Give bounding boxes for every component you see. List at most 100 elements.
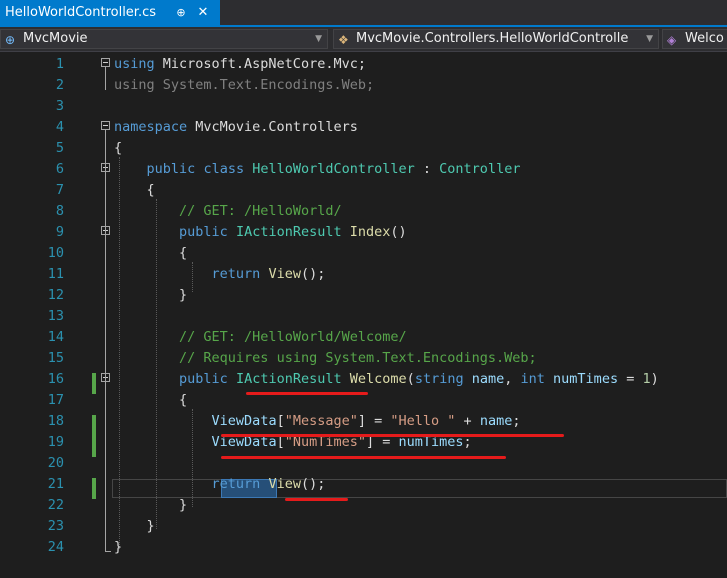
code-line: 18 ViewData["Message"] = "Hello " + name… — [0, 411, 727, 432]
code-line: 11 return View(); — [0, 264, 727, 285]
code-token: public — [146, 161, 196, 177]
code-line: 7 { — [0, 180, 727, 201]
code-text: public IActionResult Index() — [114, 222, 407, 243]
code-token: // GET: /HelloWorld/Welcome/ — [179, 329, 407, 345]
code-line: 22 } — [0, 495, 727, 516]
document-tab-bar: HelloWorldController.cs ⊕ ✕ — [0, 0, 727, 27]
type-name: MvcMovie.Controllers.HelloWorldControlle — [356, 31, 629, 46]
code-line: 6 public class HelloWorldController : Co… — [0, 159, 727, 180]
chevron-down-icon: ▼ — [646, 34, 653, 44]
line-number: 6 — [55, 161, 64, 177]
code-token: } — [114, 518, 155, 534]
code-token: { — [114, 182, 155, 198]
code-text: { — [114, 243, 187, 264]
code-token: HelloWorldController — [252, 161, 415, 177]
code-token: ViewData — [211, 413, 277, 429]
line-number: 18 — [47, 413, 64, 429]
code-line: 8 // GET: /HelloWorld/ — [0, 201, 727, 222]
code-token: = — [618, 371, 643, 387]
member-dropdown[interactable]: ◈ Welco — [662, 29, 727, 49]
code-line: 4 namespace MvcMovie.Controllers — [0, 117, 727, 138]
line-number: 5 — [55, 140, 64, 156]
line-number: 13 — [47, 308, 64, 324]
code-token: "Message" — [284, 413, 358, 429]
code-line: 16 public IActionResult Welcome(string n… — [0, 369, 727, 390]
method-icon: ◈ — [667, 33, 677, 47]
line-number: 23 — [47, 518, 64, 534]
code-token: Index — [349, 224, 391, 240]
code-token: Welcome — [349, 371, 407, 387]
line-number: 4 — [55, 119, 64, 135]
code-token: "Hello " — [390, 413, 456, 429]
code-text: { — [114, 138, 122, 159]
code-token: ) — [650, 371, 659, 387]
code-token: 1 — [642, 371, 651, 387]
code-text: namespace MvcMovie.Controllers — [114, 117, 358, 138]
code-line: 23 } — [0, 516, 727, 537]
line-number: 10 — [47, 245, 64, 261]
code-line: 5{ — [0, 138, 727, 159]
close-icon[interactable]: ✕ — [196, 0, 210, 25]
code-text: } — [114, 537, 122, 558]
code-text: } — [114, 495, 187, 516]
code-token: int — [520, 371, 545, 387]
class-icon: ❖ — [338, 33, 349, 47]
code-token: name — [471, 371, 505, 387]
code-token: + — [455, 413, 480, 429]
code-token: } — [114, 497, 188, 513]
code-line: 9 public IActionResult Index() — [0, 222, 727, 243]
code-line: 1 using Microsoft.AspNetCore.Mvc; — [0, 54, 727, 75]
code-token: (); — [300, 266, 326, 282]
code-editor[interactable]: 1 using Microsoft.AspNetCore.Mvc; 2 using S… — [0, 52, 727, 578]
type-dropdown[interactable]: ❖ MvcMovie.Controllers.HelloWorldControl… — [333, 29, 659, 49]
code-token: // GET: /HelloWorld/ — [179, 203, 342, 219]
project-dropdown[interactable]: ⊕ MvcMovie ▼ — [0, 29, 328, 49]
line-number: 9 — [55, 224, 64, 240]
code-token: IActionResult — [235, 224, 342, 240]
code-line: 24} — [0, 537, 727, 558]
code-token: string — [414, 371, 464, 387]
line-number: 19 — [47, 434, 64, 450]
line-number: 22 — [47, 497, 64, 513]
pin-icon[interactable]: ⊕ — [174, 0, 188, 25]
code-text: return View(); — [114, 264, 326, 285]
navigation-bar: ⊕ MvcMovie ▼ ❖ MvcMovie.Controllers.Hell… — [0, 27, 727, 52]
red-underline-annotation — [221, 456, 506, 459]
code-line: 13 — [0, 306, 727, 327]
code-token: View — [268, 266, 301, 282]
code-token: // Requires using System.Text.Encodings.… — [179, 350, 537, 366]
line-number: 2 — [55, 77, 64, 93]
code-token: , — [504, 371, 521, 387]
code-token: public — [179, 224, 228, 240]
line-number: 14 — [47, 329, 64, 345]
line-number: 17 — [47, 392, 64, 408]
code-token: { — [114, 245, 188, 261]
code-token: MvcMovie.Controllers — [187, 119, 358, 135]
code-token: Controller — [439, 161, 521, 177]
code-line: 15 // Requires using System.Text.Encodin… — [0, 348, 727, 369]
code-token: View — [268, 476, 301, 492]
code-token: } — [114, 287, 188, 303]
code-text: { — [114, 180, 155, 201]
document-tab[interactable]: HelloWorldController.cs ⊕ ✕ — [0, 0, 220, 25]
code-token: { — [114, 140, 123, 156]
code-token: { — [114, 392, 188, 408]
code-token: [ — [276, 413, 285, 429]
code-line: 21 return View(); — [0, 474, 727, 495]
red-underline-annotation — [246, 392, 368, 395]
code-line: 14 // GET: /HelloWorld/Welcome/ — [0, 327, 727, 348]
member-name: Welco — [685, 31, 724, 46]
code-token: (); — [300, 476, 326, 492]
line-number: 1 — [55, 56, 64, 72]
code-text: public class HelloWorldController : Cont… — [114, 159, 521, 180]
code-text: using Microsoft.AspNetCore.Mvc; — [114, 54, 366, 75]
